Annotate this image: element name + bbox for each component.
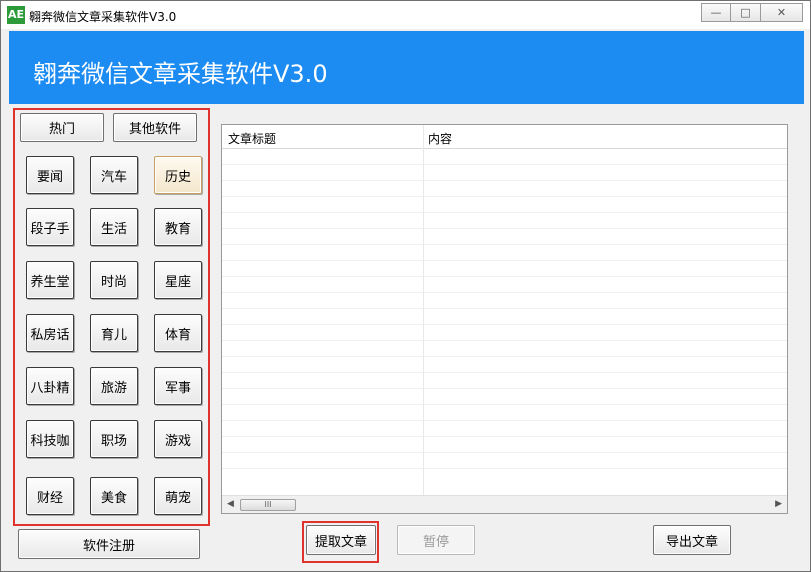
table-row[interactable] bbox=[222, 325, 787, 341]
export-articles-button[interactable]: 导出文章 bbox=[653, 525, 731, 555]
close-button[interactable]: ✕ bbox=[761, 3, 803, 22]
table-row[interactable] bbox=[222, 293, 787, 309]
column-header-content[interactable]: 内容 bbox=[428, 130, 452, 147]
other-software-button[interactable]: 其他软件 bbox=[113, 113, 197, 142]
category-button[interactable]: 财经 bbox=[26, 477, 74, 515]
category-button[interactable]: 职场 bbox=[90, 420, 138, 458]
fetch-articles-button[interactable]: 提取文章 bbox=[306, 525, 376, 555]
pause-button[interactable]: 暂停 bbox=[397, 525, 475, 555]
hot-button[interactable]: 热门 bbox=[20, 113, 104, 142]
window-title: 翱奔微信文章采集软件V3.0 bbox=[29, 10, 177, 24]
maximize-button[interactable]: □ bbox=[731, 3, 761, 22]
table-row[interactable] bbox=[222, 165, 787, 181]
table-row[interactable] bbox=[222, 341, 787, 357]
category-button[interactable]: 萌宠 bbox=[154, 477, 202, 515]
table-row[interactable] bbox=[222, 181, 787, 197]
category-button[interactable]: 育儿 bbox=[90, 314, 138, 352]
window-controls: — □ ✕ bbox=[701, 3, 803, 23]
title-bar: AE 翱奔微信文章采集软件V3.0 — □ ✕ bbox=[1, 1, 810, 29]
category-button[interactable]: 要闻 bbox=[26, 156, 74, 194]
header-banner: 翱奔微信文章采集软件V3.0 bbox=[9, 31, 804, 104]
minimize-button[interactable]: — bbox=[701, 3, 731, 22]
category-button[interactable]: 科技咖 bbox=[26, 420, 74, 458]
banner-title: 翱奔微信文章采集软件V3.0 bbox=[33, 60, 328, 88]
table-row[interactable] bbox=[222, 421, 787, 437]
category-button[interactable]: 时尚 bbox=[90, 261, 138, 299]
column-header-title[interactable]: 文章标题 bbox=[228, 130, 276, 147]
category-button[interactable]: 军事 bbox=[154, 367, 202, 405]
table-row[interactable] bbox=[222, 437, 787, 453]
category-button[interactable]: 游戏 bbox=[154, 420, 202, 458]
app-window: AE 翱奔微信文章采集软件V3.0 — □ ✕ 翱奔微信文章采集软件V3.0 热… bbox=[0, 0, 811, 572]
category-button[interactable]: 星座 bbox=[154, 261, 202, 299]
table-row[interactable] bbox=[222, 149, 787, 165]
app-logo-icon: AE bbox=[7, 6, 25, 24]
list-rows bbox=[222, 149, 787, 469]
category-button[interactable]: 生活 bbox=[90, 208, 138, 246]
table-row[interactable] bbox=[222, 405, 787, 421]
category-button[interactable]: 私房话 bbox=[26, 314, 74, 352]
category-button[interactable]: 汽车 bbox=[90, 156, 138, 194]
category-button[interactable]: 八卦精 bbox=[26, 367, 74, 405]
category-button[interactable]: 体育 bbox=[154, 314, 202, 352]
table-row[interactable] bbox=[222, 309, 787, 325]
category-button[interactable]: 段子手 bbox=[26, 208, 74, 246]
list-header: 文章标题 内容 bbox=[222, 125, 787, 149]
category-button[interactable]: 教育 bbox=[154, 208, 202, 246]
article-list[interactable]: 文章标题 内容 ◀ III ▶ bbox=[221, 124, 788, 514]
table-row[interactable] bbox=[222, 357, 787, 373]
scroll-thumb[interactable]: III bbox=[240, 499, 296, 511]
register-button[interactable]: 软件注册 bbox=[18, 529, 200, 559]
table-row[interactable] bbox=[222, 373, 787, 389]
table-row[interactable] bbox=[222, 453, 787, 469]
table-row[interactable] bbox=[222, 245, 787, 261]
horizontal-scrollbar[interactable]: ◀ III ▶ bbox=[222, 495, 787, 513]
table-row[interactable] bbox=[222, 213, 787, 229]
table-row[interactable] bbox=[222, 197, 787, 213]
table-row[interactable] bbox=[222, 261, 787, 277]
table-row[interactable] bbox=[222, 277, 787, 293]
table-row[interactable] bbox=[222, 389, 787, 405]
category-button[interactable]: 旅游 bbox=[90, 367, 138, 405]
table-row[interactable] bbox=[222, 229, 787, 245]
category-button[interactable]: 美食 bbox=[90, 477, 138, 515]
scroll-left-icon[interactable]: ◀ bbox=[227, 499, 234, 509]
category-button[interactable]: 历史 bbox=[154, 156, 202, 194]
scroll-right-icon[interactable]: ▶ bbox=[775, 499, 782, 509]
category-button[interactable]: 养生堂 bbox=[26, 261, 74, 299]
